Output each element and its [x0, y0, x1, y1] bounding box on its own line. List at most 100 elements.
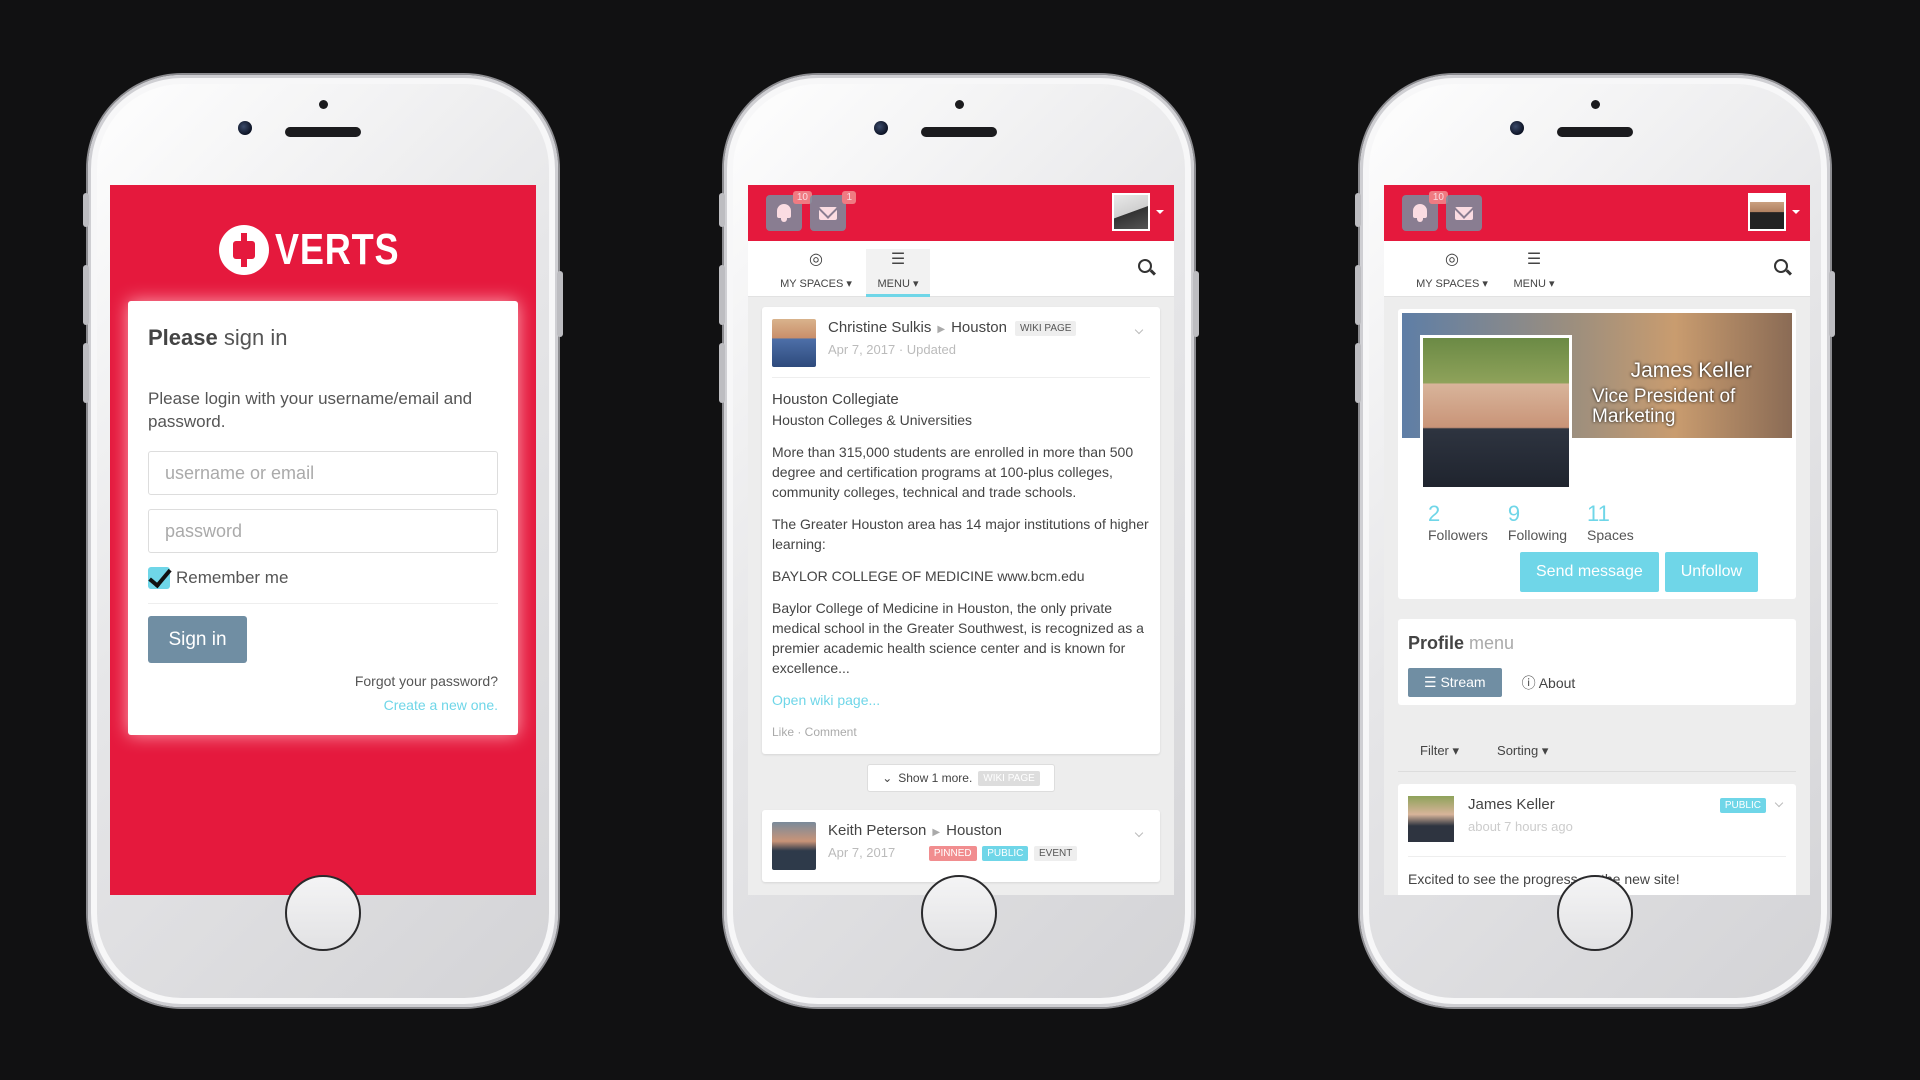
event-post: Keith Peterson ▶ Houston Apr 7, 2017 PINNE… [762, 810, 1160, 882]
side-button [83, 343, 89, 403]
post-space[interactable]: Houston [951, 319, 1007, 336]
nav-my-spaces-label: MY SPACES [780, 278, 844, 290]
target-icon: ◎ [1445, 251, 1459, 268]
home-button[interactable] [1557, 875, 1633, 951]
user-avatar[interactable] [1748, 193, 1786, 231]
open-wiki-link[interactable]: Open wiki page... [772, 690, 1150, 710]
nav-bar: ◎ MY SPACES ▾ ☰ MENU ▾ [1384, 241, 1810, 297]
side-button [1355, 193, 1361, 227]
post-author[interactable]: Keith Peterson [828, 822, 926, 839]
login-heading: Please sign in [148, 325, 288, 350]
notifications-button[interactable]: 10 [766, 191, 812, 231]
user-avatar[interactable] [1112, 193, 1150, 231]
brand-name: VERTS [275, 225, 400, 274]
post-author[interactable]: Christine Sulkis [828, 319, 931, 336]
nav-menu[interactable]: ☰ MENU ▾ [1502, 249, 1566, 290]
chevron-down-icon[interactable] [1134, 325, 1144, 335]
avatar[interactable] [772, 319, 816, 367]
chevron-down-icon[interactable] [1134, 828, 1144, 838]
front-camera [1510, 121, 1524, 135]
profile-menu: Profile menu ☰ Stream ⓘ About [1398, 619, 1796, 705]
avatar[interactable] [1408, 796, 1454, 842]
about-tab[interactable]: ⓘ About [1522, 673, 1576, 693]
profile-menu-items: ☰ Stream ⓘ About [1408, 668, 1786, 697]
post-time: about 7 hours ago [1468, 819, 1573, 834]
wiki-post: Christine Sulkis ▶ Houston WIKI PAGE Apr 7,… [762, 307, 1160, 754]
filter-dropdown[interactable]: Filter ▾ [1420, 743, 1459, 759]
list-icon: ☰ [1526, 251, 1542, 268]
notifications-button[interactable]: 10 [1402, 191, 1448, 231]
list-icon: ☰ [890, 251, 906, 268]
nav-menu[interactable]: ☰ MENU ▾ [866, 249, 930, 297]
arrow-right-icon: ▶ [932, 827, 941, 838]
stat-value: 11 [1587, 501, 1610, 526]
profile-picture[interactable] [1420, 335, 1572, 490]
profile-title: Vice President of Marketing [1592, 386, 1736, 427]
phone-profile: 10 ◎ MY SPACES ▾ ☰ MENU ▾ James Keller V… [1355, 75, 1835, 1007]
post-author[interactable]: James Keller [1468, 796, 1573, 813]
screen: VERTS Please sign in Please login with y… [110, 185, 536, 895]
caret-down-icon[interactable] [1792, 210, 1800, 214]
sign-in-button[interactable]: Sign in [148, 616, 247, 663]
post-author-line: Christine Sulkis ▶ Houston WIKI PAGE [828, 319, 1077, 336]
divider [148, 603, 498, 604]
stat-label: Following [1507, 527, 1568, 543]
stat-following[interactable]: 9 Following [1508, 501, 1567, 543]
phone-login: VERTS Please sign in Please login with y… [83, 75, 563, 1007]
nav-menu-label: MENU [1513, 278, 1546, 290]
earpiece-speaker [285, 127, 361, 137]
show-more-button[interactable]: ⌄ Show 1 more. WIKI PAGE [867, 764, 1055, 792]
bell-icon [1413, 204, 1427, 222]
bell-icon [777, 204, 791, 222]
stat-value: 9 [1507, 501, 1521, 526]
envelope-icon [1455, 207, 1473, 220]
search-icon[interactable] [1138, 259, 1152, 273]
password-input[interactable] [148, 509, 498, 553]
earpiece-speaker [1557, 127, 1633, 137]
search-icon[interactable] [1774, 259, 1788, 273]
post-date: Apr 7, 2017 [828, 845, 896, 860]
post-header: Keith Peterson ▶ Houston Apr 7, 2017 PINNE… [772, 822, 1150, 870]
home-button[interactable] [285, 875, 361, 951]
username-input[interactable] [148, 451, 498, 495]
remember-checkbox[interactable] [148, 567, 170, 589]
proximity-sensor [319, 100, 328, 109]
nav-my-spaces[interactable]: ◎ MY SPACES ▾ [1414, 249, 1490, 290]
wiki-page-tag: WIKI PAGE [1014, 320, 1077, 336]
home-button[interactable] [921, 875, 997, 951]
forgot-password-link[interactable]: Forgot your password? [148, 673, 498, 689]
messages-button[interactable]: 1 [810, 191, 856, 231]
remember-me[interactable]: Remember me [148, 567, 498, 589]
post-date-line: Apr 7, 2017 PINNED PUBLIC EVENT [828, 845, 1078, 862]
post-paragraph: More than 315,000 students are enrolled … [772, 444, 1134, 500]
side-button [1829, 271, 1835, 337]
profile-actions: Send message Unfollow [1520, 552, 1759, 592]
side-button [719, 265, 725, 325]
send-message-button[interactable]: Send message [1520, 552, 1659, 592]
stream-tab[interactable]: ☰ Stream [1408, 668, 1502, 697]
nav-my-spaces[interactable]: ◎ MY SPACES ▾ [778, 249, 854, 290]
earpiece-speaker [921, 127, 997, 137]
caret-down-icon[interactable] [1156, 210, 1164, 214]
login-page: VERTS Please sign in Please login with y… [110, 185, 536, 895]
info-icon: ⓘ [1521, 674, 1536, 691]
sorting-dropdown[interactable]: Sorting ▾ [1497, 743, 1548, 759]
post-paragraph: The Greater Houston area has 14 major in… [772, 516, 1149, 552]
messages-button[interactable] [1446, 195, 1482, 231]
avatar[interactable] [772, 822, 816, 870]
nav-menu-label: MENU [877, 278, 910, 290]
unfollow-button[interactable]: Unfollow [1664, 552, 1759, 592]
nav-bar: ◎ MY SPACES ▾ ☰ MENU ▾ [748, 241, 1174, 297]
wiki-page-tag: WIKI PAGE [978, 770, 1040, 786]
post-author-line: Keith Peterson ▶ Houston [828, 822, 1077, 839]
post-space[interactable]: Houston [946, 822, 1002, 839]
post-date: Apr 7, 2017 · Updated [828, 342, 956, 357]
post-actions[interactable]: Like · Comment [772, 722, 1150, 742]
side-button [719, 193, 725, 227]
create-account-link[interactable]: Create a new one. [148, 697, 498, 713]
side-button [1355, 265, 1361, 325]
post-header: Christine Sulkis ▶ Houston WIKI PAGE Apr 7,… [772, 319, 1150, 367]
phone-feed: 10 1 ◎ MY SPACES ▾ ☰ MENU ▾ Christine Su… [719, 75, 1199, 1007]
stat-spaces[interactable]: 11 Spaces [1587, 501, 1634, 543]
stat-followers[interactable]: 2 Followers [1428, 501, 1488, 543]
